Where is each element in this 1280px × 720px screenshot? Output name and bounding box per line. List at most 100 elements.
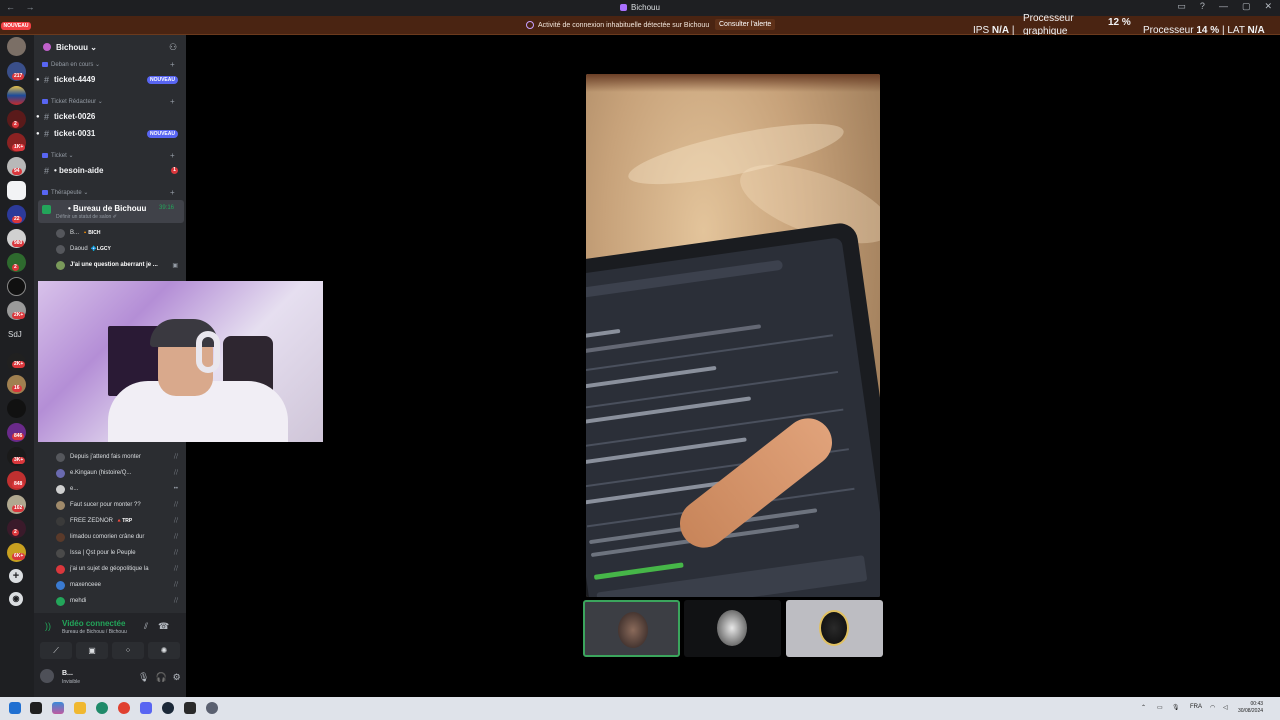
- windows-taskbar: ⌃ ▭ 🎙 FRA ◠ ◁ 00:43 30/08/2024: [0, 697, 1280, 720]
- voice-location[interactable]: Bureau de Bichouu / Bichouu: [62, 629, 127, 635]
- headphones-icon[interactable]: 🎧: [155, 672, 166, 683]
- explore-servers-icon[interactable]: ◉: [9, 592, 23, 606]
- maximize-button[interactable]: ▢: [1242, 1, 1251, 12]
- start-icon[interactable]: [9, 702, 21, 714]
- noise-suppression-icon[interactable]: ⫽: [144, 621, 148, 632]
- file-explorer-icon[interactable]: [74, 702, 86, 714]
- voice-user-name: B...: [70, 230, 80, 236]
- close-button[interactable]: ✕: [1264, 1, 1272, 12]
- invite-icon[interactable]: ⚇: [169, 42, 177, 53]
- voice-user[interactable]: e... ••: [56, 482, 182, 496]
- add-server-icon[interactable]: +: [9, 569, 23, 583]
- category-icon: [42, 153, 48, 158]
- voice-user[interactable]: Daoud 💠LGCY: [56, 242, 182, 256]
- voice-status[interactable]: Vidéo connectée: [62, 619, 125, 628]
- unread-badge: 2: [12, 121, 19, 128]
- disconnect-icon[interactable]: ☎: [158, 621, 169, 632]
- discord-icon[interactable]: [140, 702, 152, 714]
- add-channel-icon[interactable]: +: [170, 60, 175, 69]
- server-header[interactable]: Bichouu ⌄ ⚇: [34, 35, 186, 59]
- server-icon[interactable]: [7, 277, 26, 296]
- language-indicator[interactable]: FRA: [1190, 704, 1202, 710]
- camera-off-button[interactable]: ⟋: [40, 642, 72, 659]
- task-view-icon[interactable]: [30, 702, 42, 714]
- settings-icon[interactable]: ⚙: [173, 672, 181, 683]
- add-channel-icon[interactable]: +: [170, 188, 175, 197]
- settings-app-icon[interactable]: [206, 702, 218, 714]
- voice-user[interactable]: mehdi ⧸⧸: [56, 594, 182, 608]
- video-shadow: [586, 74, 880, 92]
- copilot-icon[interactable]: [52, 702, 64, 714]
- main-video-stream[interactable]: [586, 74, 880, 597]
- network-icon[interactable]: ▭: [1157, 704, 1163, 711]
- category-ticket[interactable]: Ticket ⌄: [42, 152, 73, 159]
- category-ticket-redacteur[interactable]: Ticket Rédacteur ⌄: [42, 98, 103, 105]
- category-deban[interactable]: Deban en cours ⌄: [42, 61, 100, 68]
- channel-ticket-0031[interactable]: ● # ticket-0031 NOUVEAU: [36, 126, 182, 141]
- speaker-icon: [42, 205, 51, 214]
- soundboard-button[interactable]: ✺: [148, 642, 180, 659]
- inbox-icon[interactable]: ▭: [1177, 1, 1186, 12]
- avatar: [56, 500, 65, 510]
- shield-icon: [526, 21, 534, 29]
- new-pill: NOUVEAU: [146, 129, 178, 138]
- help-icon[interactable]: ?: [1200, 1, 1205, 12]
- avatar[interactable]: [40, 669, 54, 683]
- avatar: [56, 228, 65, 238]
- voice-user[interactable]: J'ai une question aberrant je ... ▣: [56, 258, 182, 272]
- voice-user[interactable]: Faut sucer pour monter ?? ⧸⧸: [56, 498, 182, 512]
- server-icon[interactable]: [7, 86, 26, 105]
- voice-user[interactable]: B... 🔸BICH: [56, 226, 182, 240]
- server-sdj[interactable]: SdJ: [8, 330, 22, 339]
- voice-user-name: Faut sucer pour monter ??: [70, 502, 141, 508]
- user-name[interactable]: B...: [62, 670, 73, 677]
- channel-label: ticket-0026: [54, 112, 96, 121]
- voice-user-name: J'ai une question aberrant je ...: [70, 262, 158, 268]
- voice-channel-bureau[interactable]: • Bureau de Bichouu 39:16 Définir un sta…: [38, 200, 184, 223]
- obs-icon[interactable]: [184, 702, 196, 714]
- status-icon: ••: [173, 486, 178, 492]
- server-icon[interactable]: [7, 37, 26, 56]
- view-alert-button[interactable]: Consulter l'alerte: [715, 19, 776, 30]
- volume-icon[interactable]: ◁: [1223, 704, 1228, 711]
- voice-user[interactable]: j'ai un sujet de géopolitique la ⧸⧸: [56, 562, 182, 576]
- voice-user[interactable]: FREE ZEDNOR 🔺TRP ⧸⧸: [56, 514, 182, 528]
- voice-connection-panel: )) Vidéo connectée Bureau de Bichouu / B…: [34, 613, 186, 697]
- voice-user-name: mehdi: [70, 598, 87, 604]
- headphones: [196, 331, 220, 373]
- mic-tray-icon[interactable]: 🎙: [1172, 704, 1180, 711]
- edge-icon[interactable]: [96, 702, 108, 714]
- voice-user[interactable]: limadou comorien crâne dur ⧸⧸: [56, 530, 182, 544]
- server-rail: 217 2 1K+ 94 22 980 2 2K+ SdJ 2K+ 16 846…: [0, 35, 34, 697]
- channel-ticket-4449[interactable]: ● # ticket-4449 NOUVEAU: [36, 72, 182, 87]
- channel-besoin-aide[interactable]: # • besoin-aide 1: [42, 163, 182, 178]
- voice-user[interactable]: Issa | Qst pour le Peuple ⧸⧸: [56, 546, 182, 560]
- wifi-icon[interactable]: ◠: [1210, 704, 1215, 711]
- set-channel-status[interactable]: Définir un statut de salon ✐: [56, 214, 117, 220]
- minimize-button[interactable]: —: [1219, 1, 1228, 12]
- unread-badge: 2K+: [12, 361, 26, 368]
- activities-button[interactable]: ⁘: [112, 642, 144, 659]
- voice-user[interactable]: e.Kingaun (histoire/Q... ⧸⧸: [56, 466, 182, 480]
- tray-overflow-icon[interactable]: ⌃: [1141, 704, 1146, 711]
- screen-share-button[interactable]: ▣: [76, 642, 108, 659]
- voice-user[interactable]: Depuis j'attend fais monter ⧸⧸: [56, 450, 182, 464]
- chrome-icon[interactable]: [118, 702, 130, 714]
- deafened-icon: ⧸⧸: [173, 565, 178, 572]
- steam-icon[interactable]: [162, 702, 174, 714]
- deafened-icon: ⧸⧸: [173, 469, 178, 476]
- add-channel-icon[interactable]: +: [170, 151, 175, 160]
- category-therapeute[interactable]: Thérapeute ⌄: [42, 189, 88, 196]
- server-icon[interactable]: [7, 399, 26, 418]
- participant-tile[interactable]: [583, 600, 680, 657]
- participant-tile[interactable]: [786, 600, 883, 657]
- nav-arrows[interactable]: ← →: [6, 2, 39, 12]
- voice-user[interactable]: maxenceee ⧸⧸: [56, 578, 182, 592]
- microphone-icon[interactable]: 🎙: [138, 672, 149, 683]
- add-channel-icon[interactable]: +: [170, 97, 175, 106]
- participant-tile[interactable]: [684, 600, 781, 657]
- system-clock[interactable]: 00:43 30/08/2024: [1238, 701, 1263, 715]
- server-icon[interactable]: [7, 181, 26, 200]
- channel-ticket-0026[interactable]: ● # ticket-0026: [36, 109, 182, 124]
- voice-user-name: e...: [70, 486, 79, 492]
